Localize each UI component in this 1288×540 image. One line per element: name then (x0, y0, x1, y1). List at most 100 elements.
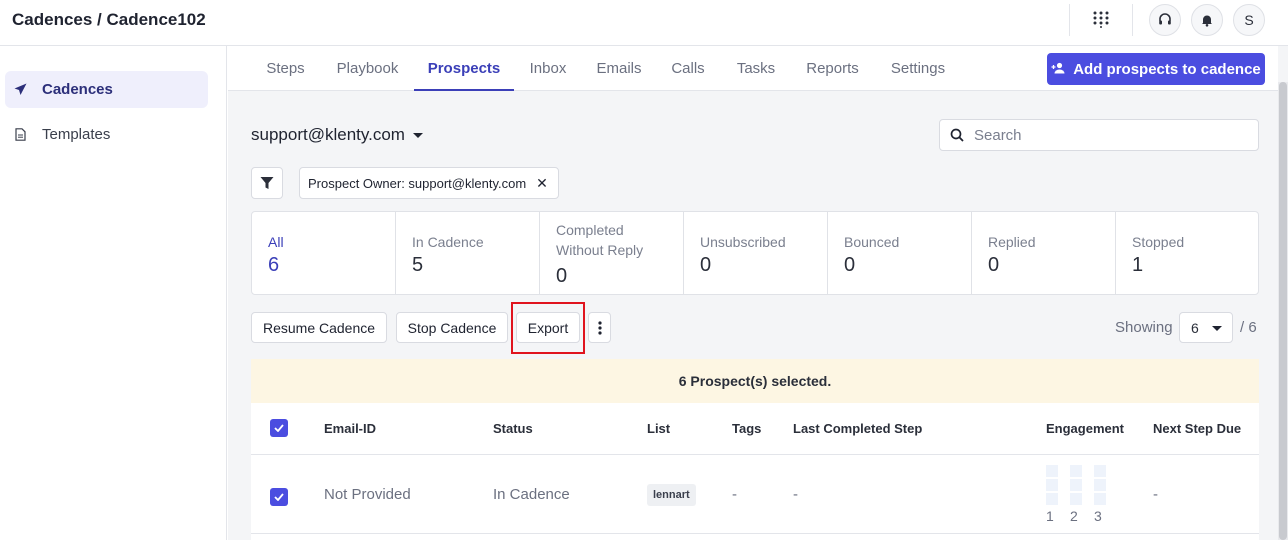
owner-dropdown[interactable]: support@klenty.com (251, 125, 423, 145)
stat-value: 0 (556, 265, 568, 287)
owner-dropdown-value: support@klenty.com (251, 125, 405, 144)
table-header: Email-ID Status List Tags Last Completed… (251, 403, 1259, 455)
add-prospects-button[interactable]: Add prospects to cadence (1047, 53, 1265, 85)
sidebar-item-label: Cadences (42, 81, 113, 98)
top-bar: Cadences / Cadence102 S (0, 0, 1288, 46)
divider (1132, 4, 1133, 36)
stat-all[interactable]: All 6 (252, 212, 396, 294)
status-cell: In Cadence (493, 486, 570, 503)
stop-cadence-button[interactable]: Stop Cadence (396, 312, 508, 343)
stat-label: Unsubscribed (700, 234, 786, 250)
avatar[interactable]: S (1233, 4, 1265, 36)
tab-emails[interactable]: Emails (592, 46, 646, 91)
stat-value: 0 (700, 254, 712, 276)
search-icon (950, 128, 964, 142)
divider (1069, 4, 1070, 36)
caret-down-icon (412, 132, 423, 138)
stat-value: 0 (844, 254, 856, 276)
page-size-value: 6 (1191, 319, 1199, 336)
sidebar: Cadences Templates (0, 46, 227, 540)
stat-value: 0 (988, 254, 1000, 276)
support-button[interactable] (1149, 4, 1181, 36)
column-header[interactable]: Tags (732, 421, 761, 436)
filter-button[interactable] (251, 167, 283, 199)
last-step-cell: - (793, 486, 798, 503)
page-size-select[interactable]: 6 (1179, 312, 1233, 343)
notifications-button[interactable] (1191, 4, 1223, 36)
engagement-bar (1070, 465, 1082, 507)
engagement-step-number: 1 (1046, 508, 1054, 524)
paper-plane-icon (13, 83, 27, 97)
tags-cell: - (732, 486, 737, 503)
stat-value: 6 (268, 254, 280, 276)
tab-calls[interactable]: Calls (666, 46, 710, 91)
column-header[interactable]: List (647, 421, 670, 436)
stat-bounced[interactable]: Bounced 0 (828, 212, 972, 294)
stat-completed-without-reply[interactable]: Completed Without Reply 0 (540, 212, 684, 294)
add-user-icon (1051, 62, 1065, 77)
kebab-icon (597, 320, 602, 335)
engagement-bar (1094, 465, 1106, 507)
engagement-bar (1046, 465, 1058, 507)
engagement-step-number: 3 (1094, 508, 1102, 524)
bell-icon (1202, 15, 1212, 27)
search-box[interactable] (939, 119, 1259, 151)
checkmark-icon (274, 424, 284, 432)
resume-cadence-button[interactable]: Resume Cadence (251, 312, 387, 343)
highlight-box (511, 302, 585, 354)
stat-value: 5 (412, 254, 424, 276)
more-options-button[interactable] (588, 312, 611, 343)
stats-summary: All 6 In Cadence 5 Completed Without Rep… (251, 211, 1259, 295)
column-header[interactable]: Status (493, 421, 533, 436)
dialpad-icon[interactable] (1092, 10, 1110, 28)
select-all-checkbox[interactable] (270, 419, 288, 437)
stat-label: All (268, 234, 284, 250)
tab-prospects[interactable]: Prospects (414, 46, 514, 91)
column-header[interactable]: Next Step Due (1153, 421, 1241, 436)
row-checkbox[interactable] (270, 488, 288, 506)
stat-in-cadence[interactable]: In Cadence 5 (396, 212, 540, 294)
page-title: Cadences / Cadence102 (12, 10, 206, 29)
sidebar-item-label: Templates (42, 126, 111, 143)
list-tag: lennart (647, 484, 696, 506)
next-step-due-cell: - (1153, 486, 1158, 503)
tab-reports[interactable]: Reports (799, 46, 866, 91)
search-input[interactable] (974, 126, 1244, 144)
filter-chip: Prospect Owner: support@klenty.com ✕ (299, 167, 559, 199)
scrollbar-thumb[interactable] (1279, 82, 1287, 540)
add-prospects-label: Add prospects to cadence (1073, 60, 1261, 78)
headset-icon (1159, 13, 1171, 25)
main-content: Steps Playbook Prospects Inbox Emails Ca… (228, 46, 1288, 540)
stat-label: Completed Without Reply (556, 222, 644, 258)
tab-tasks[interactable]: Tasks (730, 46, 782, 91)
vertical-scrollbar[interactable] (1278, 82, 1288, 540)
stat-stopped[interactable]: Stopped 1 (1116, 212, 1258, 294)
stat-label: Bounced (844, 234, 900, 250)
email-cell[interactable]: Not Provided (324, 486, 411, 503)
checkmark-icon (274, 493, 284, 501)
sidebar-item-templates[interactable]: Templates (5, 116, 208, 153)
document-icon (13, 128, 27, 142)
showing-label: Showing (1115, 319, 1173, 336)
stat-replied[interactable]: Replied 0 (972, 212, 1116, 294)
stat-label: In Cadence (412, 234, 484, 250)
tab-inbox[interactable]: Inbox (524, 46, 572, 91)
tab-playbook[interactable]: Playbook (331, 46, 404, 91)
tab-bar: Steps Playbook Prospects Inbox Emails Ca… (228, 46, 1278, 91)
column-header[interactable]: Last Completed Step (793, 421, 922, 436)
column-header[interactable]: Email-ID (324, 421, 376, 436)
stat-label: Stopped (1132, 234, 1185, 250)
prospects-table: Email-ID Status List Tags Last Completed… (251, 403, 1259, 540)
stat-value: 1 (1132, 254, 1144, 276)
tab-steps[interactable]: Steps (252, 46, 319, 91)
column-header[interactable]: Engagement (1046, 421, 1124, 436)
filter-icon (260, 177, 274, 189)
sidebar-item-cadences[interactable]: Cadences (5, 71, 208, 108)
table-row[interactable]: Not Provided In Cadence lennart - - 1 2 … (251, 456, 1259, 534)
engagement-step-number: 2 (1070, 508, 1078, 524)
caret-down-icon (1212, 326, 1222, 331)
close-icon[interactable]: ✕ (536, 175, 548, 192)
stat-label: Replied (988, 234, 1036, 250)
stat-unsubscribed[interactable]: Unsubscribed 0 (684, 212, 828, 294)
tab-settings[interactable]: Settings (883, 46, 953, 91)
